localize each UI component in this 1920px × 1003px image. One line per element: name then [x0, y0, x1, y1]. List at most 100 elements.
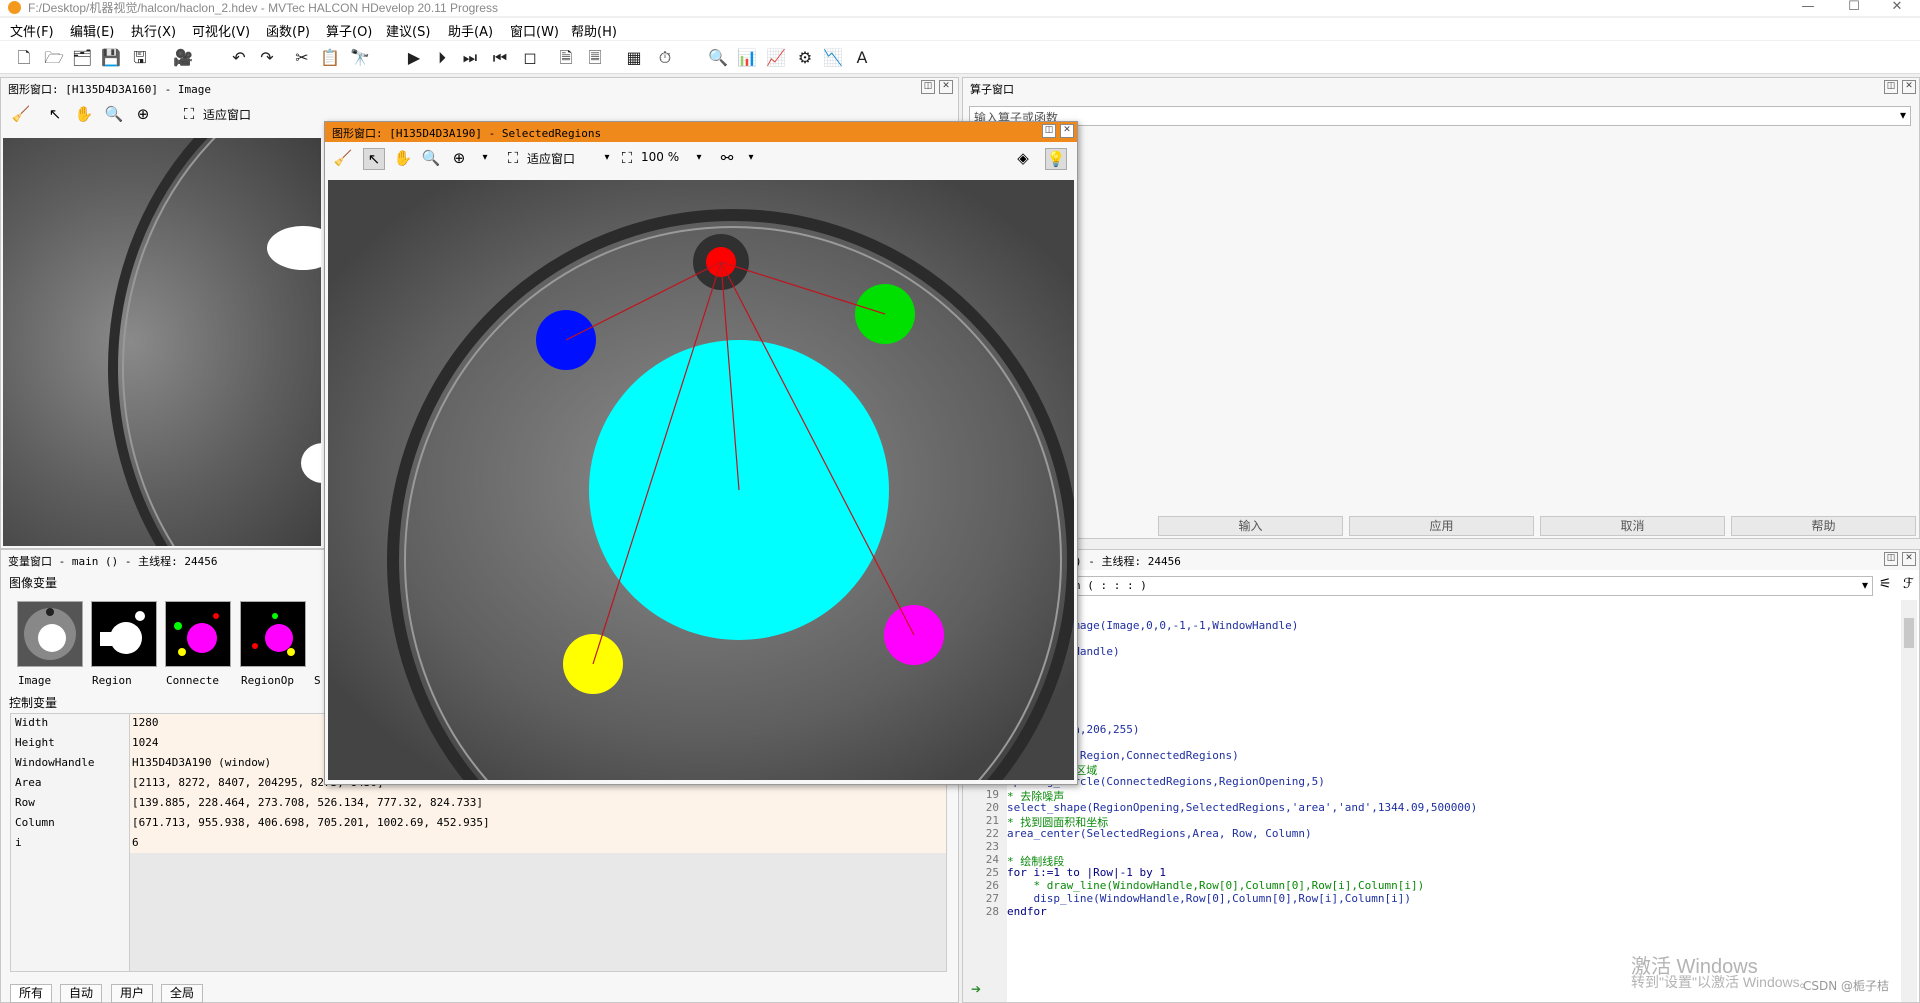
floating-window-title: 图形窗口: [H135D4D3A190] - SelectedRegions	[332, 127, 602, 140]
find-icon[interactable]: 🔭	[350, 48, 370, 68]
thumbnail-image[interactable]	[17, 601, 83, 667]
layers-icon[interactable]: ◈	[1013, 148, 1033, 168]
procedure-edit-icon[interactable]: ⚟	[1879, 576, 1892, 592]
title-bar: F:/Desktop/机器视觉/halcon/haclon_2.hdev - M…	[0, 0, 1920, 16]
menu-assistants[interactable]: 助手(A)	[448, 21, 493, 40]
clear-format-icon[interactable]: ℱ	[1903, 576, 1914, 592]
menu-operators[interactable]: 算子(O)	[326, 21, 372, 40]
save-icon[interactable]: 💾	[101, 48, 121, 68]
pan-icon[interactable]: ✋	[74, 104, 94, 124]
apply-button[interactable]: 应用	[1349, 516, 1534, 536]
tab-global[interactable]: 全局	[161, 984, 204, 1003]
chevron-down-icon[interactable]: ▾	[689, 148, 709, 168]
main-image-canvas[interactable]	[3, 138, 321, 546]
float-icon[interactable]: ◫	[921, 80, 935, 94]
font-icon[interactable]: A	[852, 48, 872, 68]
menu-edit[interactable]: 编辑(E)	[70, 21, 114, 40]
histogram-icon[interactable]: 📊	[737, 48, 757, 68]
float-icon[interactable]: ◫	[1042, 124, 1056, 138]
zoom-icon[interactable]: 🔍	[104, 104, 124, 124]
clear-icon[interactable]: 🧹	[11, 104, 31, 124]
save-as-icon[interactable]: 🖫	[130, 48, 150, 68]
menu-execute[interactable]: 执行(X)	[131, 21, 176, 40]
zoom-in-icon[interactable]: ⊕	[133, 104, 153, 124]
cut-icon[interactable]: ✂	[292, 48, 312, 68]
scrollbar-thumb[interactable]	[1904, 618, 1914, 648]
help-button[interactable]: 帮助	[1731, 516, 1916, 536]
app-icon	[8, 1, 21, 14]
fit-window-icon[interactable]: ⛶	[179, 104, 199, 124]
zoom-icon[interactable]: 🔍	[708, 48, 728, 68]
procedure-selector[interactable]: n ( : : : ) ▾	[1071, 576, 1873, 596]
close-icon[interactable]: ✕	[1902, 80, 1916, 94]
tab-all[interactable]: 所有	[10, 984, 53, 1003]
cancel-button[interactable]: 取消	[1540, 516, 1725, 536]
menu-visualize[interactable]: 可视化(V)	[192, 21, 250, 40]
menu-help[interactable]: 帮助(H)	[571, 21, 617, 40]
timer-icon[interactable]: ⏱	[655, 48, 675, 68]
chevron-down-icon[interactable]: ▾	[1862, 578, 1868, 592]
close-icon[interactable]: ✕	[1060, 124, 1074, 138]
chart-icon[interactable]: 📉	[823, 48, 843, 68]
program-icon[interactable]: 🗏	[585, 48, 605, 68]
menu-window[interactable]: 窗口(W)	[510, 21, 559, 40]
zoom-level-icon[interactable]: ⛶	[617, 148, 637, 168]
thumbnail-region-opening[interactable]	[240, 601, 306, 667]
menu-file[interactable]: 文件(F)	[10, 21, 54, 40]
chevron-down-icon[interactable]: ▾	[1900, 108, 1906, 122]
line-profile-icon[interactable]: 📈	[766, 48, 786, 68]
fit-window-label[interactable]: 适应窗口	[203, 106, 251, 123]
operator-input[interactable]: 输入算子或函数 ▾	[969, 106, 1911, 126]
open-file-icon[interactable]: 🗁	[44, 48, 64, 68]
step-out-icon[interactable]: ⏮	[490, 48, 510, 68]
zoom-level-label[interactable]: 100 %	[641, 150, 679, 164]
open-recent-icon[interactable]: 🗂	[72, 48, 92, 68]
menu-functions[interactable]: 函数(P)	[266, 21, 310, 40]
zoom-in-icon[interactable]: ⊕	[449, 148, 469, 168]
line-number: 25	[985, 866, 999, 879]
pointer-icon[interactable]: ↖	[363, 148, 385, 170]
scrollbar[interactable]	[1901, 600, 1917, 1002]
new-file-icon[interactable]: 🗋	[14, 48, 34, 68]
floating-image-canvas[interactable]	[328, 180, 1074, 780]
code-editor[interactable]: 窗口ndow_fit_image(Image,0,0,-1,-1,WindowH…	[977, 606, 1897, 986]
float-icon[interactable]: ◫	[1884, 80, 1898, 94]
lightbulb-icon[interactable]: 💡	[1045, 148, 1067, 170]
feature-inspect-icon[interactable]: ⚙	[795, 48, 815, 68]
fit-window-label[interactable]: 适应窗口	[527, 150, 575, 167]
minimize-button[interactable]: —	[1785, 0, 1831, 16]
menu-suggestions[interactable]: 建议(S)	[386, 21, 430, 40]
clear-icon[interactable]: 🧹	[333, 148, 353, 168]
chevron-down-icon[interactable]: ▾	[475, 148, 495, 168]
thumbnail-region-opening-svg	[241, 602, 305, 666]
reset-icon[interactable]: 🗎	[556, 48, 576, 68]
chevron-down-icon[interactable]: ▾	[741, 148, 761, 168]
close-button[interactable]: ✕	[1874, 0, 1920, 16]
close-icon[interactable]: ✕	[939, 80, 953, 94]
maximize-button[interactable]: ☐	[1831, 0, 1877, 16]
tab-auto[interactable]: 自动	[60, 984, 103, 1003]
fit-window-icon[interactable]: ⛶	[503, 148, 523, 168]
undo-icon[interactable]: ↶	[229, 48, 249, 68]
draw-mode-icon[interactable]: ⚯	[717, 148, 737, 168]
redo-icon[interactable]: ↷	[257, 48, 277, 68]
thumbnail-region[interactable]	[91, 601, 157, 667]
stop-icon[interactable]: ◻	[520, 48, 540, 68]
grid-icon[interactable]: ▦	[624, 48, 644, 68]
close-icon[interactable]: ✕	[1902, 552, 1916, 566]
step-over-icon[interactable]: ⏵	[432, 48, 452, 68]
step-into-icon[interactable]: ⏭	[460, 48, 480, 68]
pan-icon[interactable]: ✋	[393, 148, 413, 168]
chevron-down-icon[interactable]: ▾	[597, 148, 617, 168]
input-button[interactable]: 输入	[1158, 516, 1343, 536]
floating-title-bar[interactable]: 图形窗口: [H135D4D3A190] - SelectedRegions ◫…	[325, 122, 1077, 142]
variable-window-title: 变量窗口 - main () - 主线程: 24456	[8, 555, 218, 568]
zoom-icon[interactable]: 🔍	[421, 148, 441, 168]
camera-icon[interactable]: 🎥	[173, 48, 193, 68]
paste-icon[interactable]: 📋	[320, 48, 340, 68]
float-icon[interactable]: ◫	[1884, 552, 1898, 566]
tab-user[interactable]: 用户	[111, 984, 154, 1003]
thumbnail-connected[interactable]	[165, 601, 231, 667]
run-icon[interactable]: ▶	[404, 48, 424, 68]
pointer-icon[interactable]: ↖	[45, 104, 65, 124]
